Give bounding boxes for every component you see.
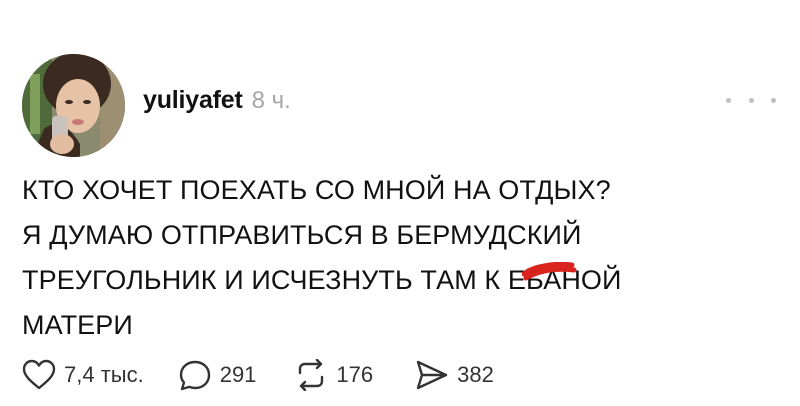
repost-button[interactable]: 176 — [294, 359, 373, 391]
username-link[interactable]: yuliyafet — [143, 86, 243, 115]
post-text-segment: НОЙ — [561, 265, 622, 295]
more-options-button[interactable] — [726, 90, 776, 110]
thread-post: yuliyafet 8 ч. КТО ХОЧЕТ ПОЕХАТЬ СО МНОЙ… — [0, 0, 800, 406]
avatar-photo — [22, 54, 125, 157]
avatar[interactable] — [22, 54, 125, 157]
send-icon — [416, 360, 448, 390]
share-count: 382 — [457, 362, 494, 387]
post-text: КТО ХОЧЕТ ПОЕХАТЬ СО МНОЙ НА ОТДЫХ? Я ДУ… — [22, 168, 782, 348]
comment-bubble-icon — [179, 360, 210, 391]
reply-count: 291 — [219, 362, 257, 387]
post-timestamp: 8 ч. — [251, 87, 291, 114]
censored-word-part: БА — [521, 258, 577, 303]
like-count: 7,4 тыс. — [64, 362, 144, 387]
share-button[interactable]: 382 — [415, 359, 494, 391]
heart-icon — [22, 359, 56, 390]
censored-letters: БА — [525, 265, 562, 295]
post-actions-bar: 7,4 тыс. 291 176 382 — [22, 358, 494, 392]
repost-count: 176 — [336, 362, 374, 387]
post-text-line: КТО ХОЧЕТ ПОЕХАТЬ СО МНОЙ НА ОТДЫХ? — [22, 175, 611, 205]
post-text-line: Я ДУМАЮ ОТПРАВИТЬСЯ В БЕРМУДСКИЙ — [22, 220, 582, 250]
post-text-segment: ТРЕУГОЛЬНИК И ИСЧЕЗНУТЬ ТАМ К Е — [22, 265, 526, 295]
post-text-line: МАТЕРИ — [22, 310, 133, 340]
post-header: yuliyafet 8 ч. — [143, 86, 291, 115]
more-dots-icon — [726, 97, 731, 103]
reply-button[interactable]: 291 — [178, 359, 257, 391]
post-text-line: ТРЕУГОЛЬНИК И ИСЧЕЗНУТЬ ТАМ К ЕБА НОЙ — [22, 258, 782, 303]
repost-arrows-icon — [299, 359, 324, 391]
like-button[interactable]: 7,4 тыс. — [22, 359, 144, 391]
